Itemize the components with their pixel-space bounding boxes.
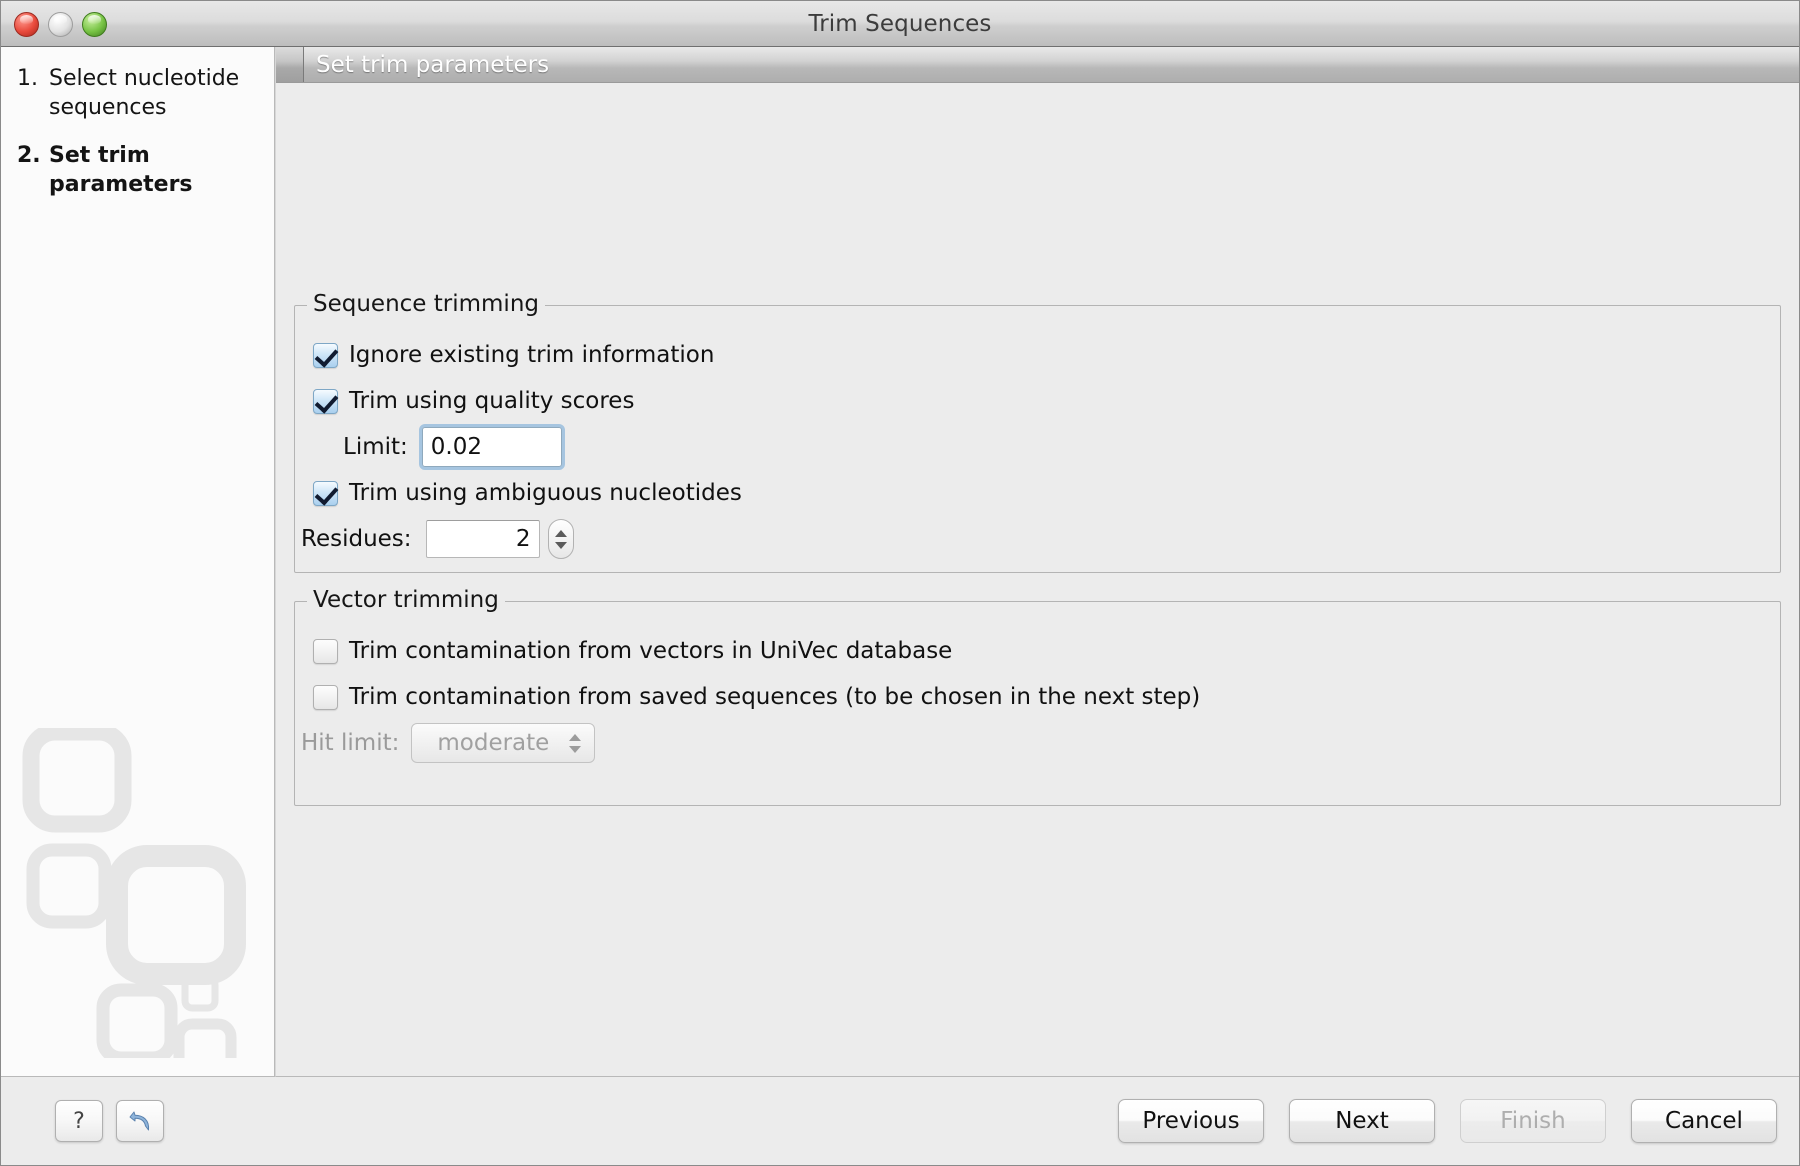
stepper-down-icon[interactable] — [555, 542, 567, 549]
residues-row: Residues: — [295, 516, 1780, 562]
chevron-updown-icon — [569, 724, 581, 762]
minimize-button[interactable] — [48, 12, 73, 37]
sidebar-step-2[interactable]: 2.Set trim parameters — [17, 142, 258, 199]
help-button[interactable]: ? — [55, 1100, 103, 1142]
window-title: Trim Sequences — [1, 11, 1799, 37]
content-pane: Set trim parameters Sequence trimming Ig… — [275, 47, 1799, 1077]
watermark-squares-graphic — [19, 728, 259, 1058]
trim-quality-scores-row[interactable]: Trim using quality scores — [295, 378, 1780, 424]
univec-checkbox[interactable] — [313, 639, 338, 664]
zoom-button[interactable] — [82, 12, 107, 37]
previous-button[interactable]: Previous — [1118, 1099, 1264, 1143]
limit-row: Limit: — [295, 424, 1780, 470]
residues-label: Residues: — [301, 526, 412, 552]
next-button[interactable]: Next — [1289, 1099, 1435, 1143]
pane-header-accent — [276, 47, 304, 82]
residues-input[interactable] — [426, 520, 540, 558]
trim-ambiguous-checkbox[interactable] — [313, 481, 338, 506]
hit-limit-label: Hit limit: — [301, 730, 399, 756]
trim-quality-scores-checkbox[interactable] — [313, 389, 338, 414]
saved-sequences-row[interactable]: Trim contamination from saved sequences … — [295, 674, 1780, 720]
limit-label: Limit: — [343, 434, 408, 460]
trim-quality-scores-label: Trim using quality scores — [349, 388, 634, 414]
hit-limit-value: moderate — [412, 730, 594, 756]
ignore-existing-trim-checkbox[interactable] — [313, 343, 338, 368]
cancel-button[interactable]: Cancel — [1631, 1099, 1777, 1143]
wizard-step-list: 1.Select nucleotide sequences 2.Set trim… — [1, 47, 274, 199]
trim-ambiguous-label: Trim using ambiguous nucleotides — [349, 480, 742, 506]
pane-header-title: Set trim parameters — [304, 47, 549, 82]
residues-spinner[interactable] — [426, 519, 574, 559]
hit-limit-row: Hit limit: moderate — [295, 720, 1780, 766]
reset-button[interactable] — [116, 1100, 164, 1142]
undo-arrow-icon — [127, 1109, 153, 1133]
wizard-steps-sidebar: 1.Select nucleotide sequences 2.Set trim… — [1, 47, 275, 1077]
trim-ambiguous-row[interactable]: Trim using ambiguous nucleotides — [295, 470, 1780, 516]
ignore-existing-trim-row[interactable]: Ignore existing trim information — [295, 332, 1780, 378]
univec-row[interactable]: Trim contamination from vectors in UniVe… — [295, 628, 1780, 674]
step-2-label: Set trim parameters — [49, 143, 193, 197]
step-1-number: 1. — [17, 65, 49, 94]
close-button[interactable] — [14, 12, 39, 37]
sidebar-step-1[interactable]: 1.Select nucleotide sequences — [17, 65, 258, 122]
univec-label: Trim contamination from vectors in UniVe… — [349, 638, 952, 664]
sequence-trimming-legend: Sequence trimming — [307, 291, 545, 317]
hit-limit-dropdown[interactable]: moderate — [411, 723, 595, 763]
title-bar: Trim Sequences — [1, 1, 1799, 47]
step-1-label: Select nucleotide sequences — [49, 66, 239, 120]
finish-button: Finish — [1460, 1099, 1606, 1143]
saved-sequences-checkbox[interactable] — [313, 685, 338, 710]
question-mark-icon: ? — [73, 1109, 85, 1134]
step-2-number: 2. — [17, 142, 49, 171]
vector-trimming-group: Vector trimming Trim contamination from … — [294, 601, 1781, 806]
sequence-trimming-group: Sequence trimming Ignore existing trim i… — [294, 305, 1781, 573]
residues-stepper[interactable] — [548, 519, 574, 559]
limit-input[interactable] — [422, 427, 562, 467]
pane-inner: Sequence trimming Ignore existing trim i… — [276, 83, 1799, 1076]
vector-trimming-legend: Vector trimming — [307, 587, 505, 613]
footer-right-buttons: Previous Next Finish Cancel — [1118, 1099, 1777, 1143]
stepper-up-icon[interactable] — [555, 530, 567, 537]
footer-left-buttons: ? — [55, 1100, 164, 1142]
saved-sequences-label: Trim contamination from saved sequences … — [349, 684, 1200, 710]
dialog-footer: ? Previous Next Finish Cancel — [1, 1077, 1799, 1165]
pane-header: Set trim parameters — [276, 47, 1799, 83]
traffic-lights — [14, 1, 107, 47]
ignore-existing-trim-label: Ignore existing trim information — [349, 342, 714, 368]
dialog-body: 1.Select nucleotide sequences 2.Set trim… — [1, 47, 1799, 1077]
trim-sequences-dialog: Trim Sequences 1.Select nucleotide seque… — [0, 0, 1800, 1166]
